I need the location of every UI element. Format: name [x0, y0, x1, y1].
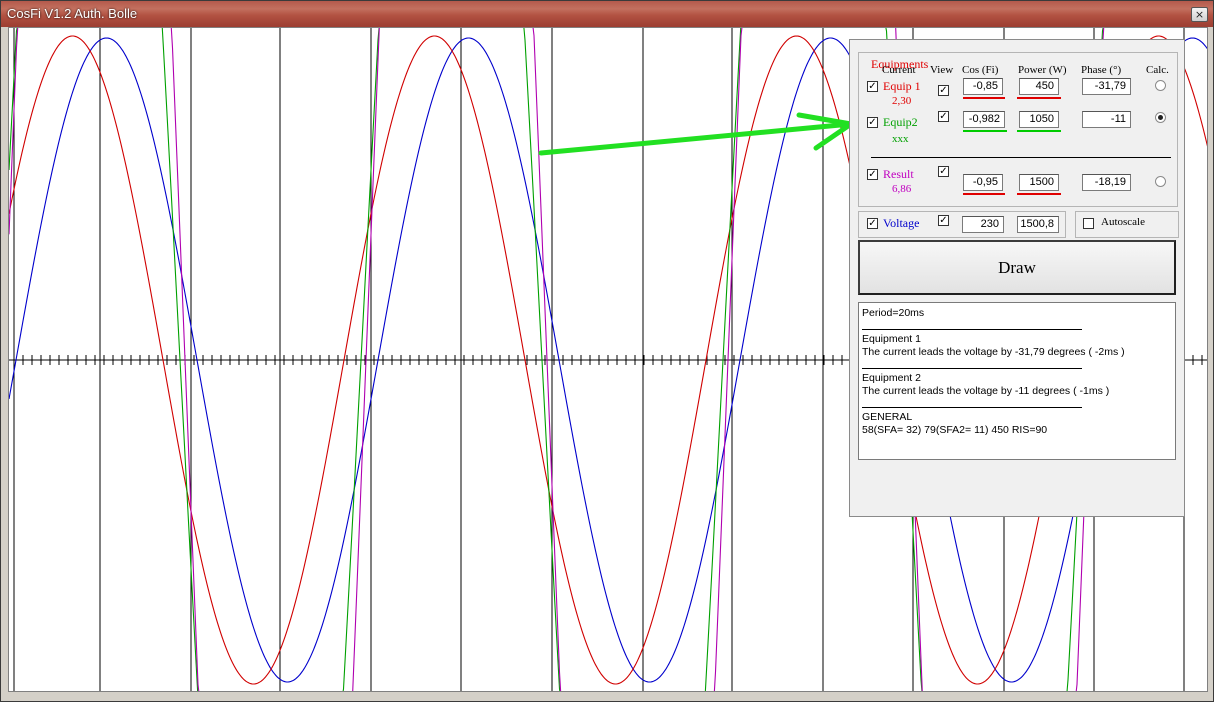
equip2-power-input[interactable]: 1050 [1019, 111, 1059, 128]
header-current: Current [882, 64, 916, 76]
equip1-label: Equip 1 [883, 79, 921, 93]
info-general-text: 58(SFA= 32) 79(SFA2= 11) 450 RIS=90 [862, 424, 1048, 436]
info-memo[interactable]: Period=20ms Equipment 1 The current lead… [858, 302, 1176, 460]
voltage-checkbox[interactable]: ✓ [867, 218, 878, 229]
autoscale-checkbox[interactable] [1083, 218, 1094, 229]
close-button[interactable]: × [1191, 7, 1208, 22]
header-phase: Phase (°) [1081, 64, 1122, 76]
equip1-phase-field[interactable]: -31,79 [1082, 78, 1131, 95]
equip2-current-checkbox[interactable]: ✓ [867, 117, 878, 128]
header-calc: Calc. [1146, 64, 1169, 76]
equip2-current-value: xxx [892, 133, 909, 145]
header-power: Power (W) [1018, 64, 1067, 76]
equip1-cosfi-underline [963, 97, 1005, 99]
result-calc-radio[interactable] [1155, 176, 1166, 187]
info-eq2-text: The current leads the voltage by -11 deg… [862, 385, 1110, 397]
autoscale-group: Autoscale [1075, 211, 1179, 238]
voltage-input[interactable]: 230 [962, 216, 1004, 233]
voltage-view-checkbox[interactable]: ✓ [938, 215, 949, 226]
equip1-power-input[interactable]: 450 [1019, 78, 1059, 95]
equip1-current-checkbox[interactable]: ✓ [867, 81, 878, 92]
title-bar[interactable]: CosFi V1.2 Auth. Bolle × [1, 1, 1213, 27]
result-phase-field[interactable]: -18,19 [1082, 174, 1131, 191]
equip2-cosfi-underline [963, 130, 1007, 132]
equip1-power-underline [1017, 97, 1061, 99]
info-rule-3 [862, 407, 1082, 408]
voltage-label: Voltage [883, 216, 920, 230]
result-label: Result [883, 167, 914, 181]
equip2-cosfi-input[interactable]: -0,982 [963, 111, 1005, 128]
annotation-arrow [538, 112, 854, 156]
equip2-view-checkbox[interactable]: ✓ [938, 111, 949, 122]
result-power-underline [1017, 193, 1061, 195]
result-current-value: 6,86 [892, 183, 912, 195]
equip1-cosfi-input[interactable]: -0,85 [963, 78, 1003, 95]
equip2-calc-radio[interactable] [1155, 112, 1166, 123]
info-eq1-title: Equipment 1 [862, 333, 921, 345]
equip2-label: Equip2 [883, 115, 918, 129]
info-eq2-title: Equipment 2 [862, 372, 921, 384]
result-separator [871, 157, 1171, 158]
window-title: CosFi V1.2 Auth. Bolle [7, 6, 138, 21]
result-power-field[interactable]: 1500 [1019, 174, 1059, 191]
equip1-calc-radio[interactable] [1155, 80, 1166, 91]
header-cosfi: Cos (Fi) [962, 64, 999, 76]
result-current-checkbox[interactable]: ✓ [867, 169, 878, 180]
equip1-current-value: 2,30 [892, 95, 912, 107]
result-cosfi-field[interactable]: -0,95 [963, 174, 1003, 191]
result-cosfi-underline [963, 193, 1005, 195]
voltage-power-field[interactable]: 1500,8 [1017, 216, 1059, 233]
control-panel: Equipments Current View Cos (Fi) Power (… [849, 39, 1185, 517]
info-rule-1 [862, 329, 1082, 330]
draw-button[interactable]: Draw [858, 240, 1176, 295]
voltage-group: ✓ Voltage ✓ 230 1500,8 [858, 211, 1066, 238]
info-period: Period=20ms [862, 307, 925, 319]
info-general-title: GENERAL [862, 411, 913, 423]
info-eq1-text: The current leads the voltage by -31,79 … [862, 346, 1125, 358]
autoscale-label: Autoscale [1101, 216, 1145, 228]
equip1-view-checkbox[interactable]: ✓ [938, 85, 949, 96]
result-view-checkbox[interactable]: ✓ [938, 166, 949, 177]
header-view: View [930, 64, 954, 76]
equipments-group: Equipments Current View Cos (Fi) Power (… [858, 52, 1178, 207]
equip2-phase-field[interactable]: -11 [1082, 111, 1131, 128]
info-rule-2 [862, 368, 1082, 369]
app-window: CosFi V1.2 Auth. Bolle × Equipments Curr… [0, 0, 1214, 702]
equip2-power-underline [1017, 130, 1061, 132]
